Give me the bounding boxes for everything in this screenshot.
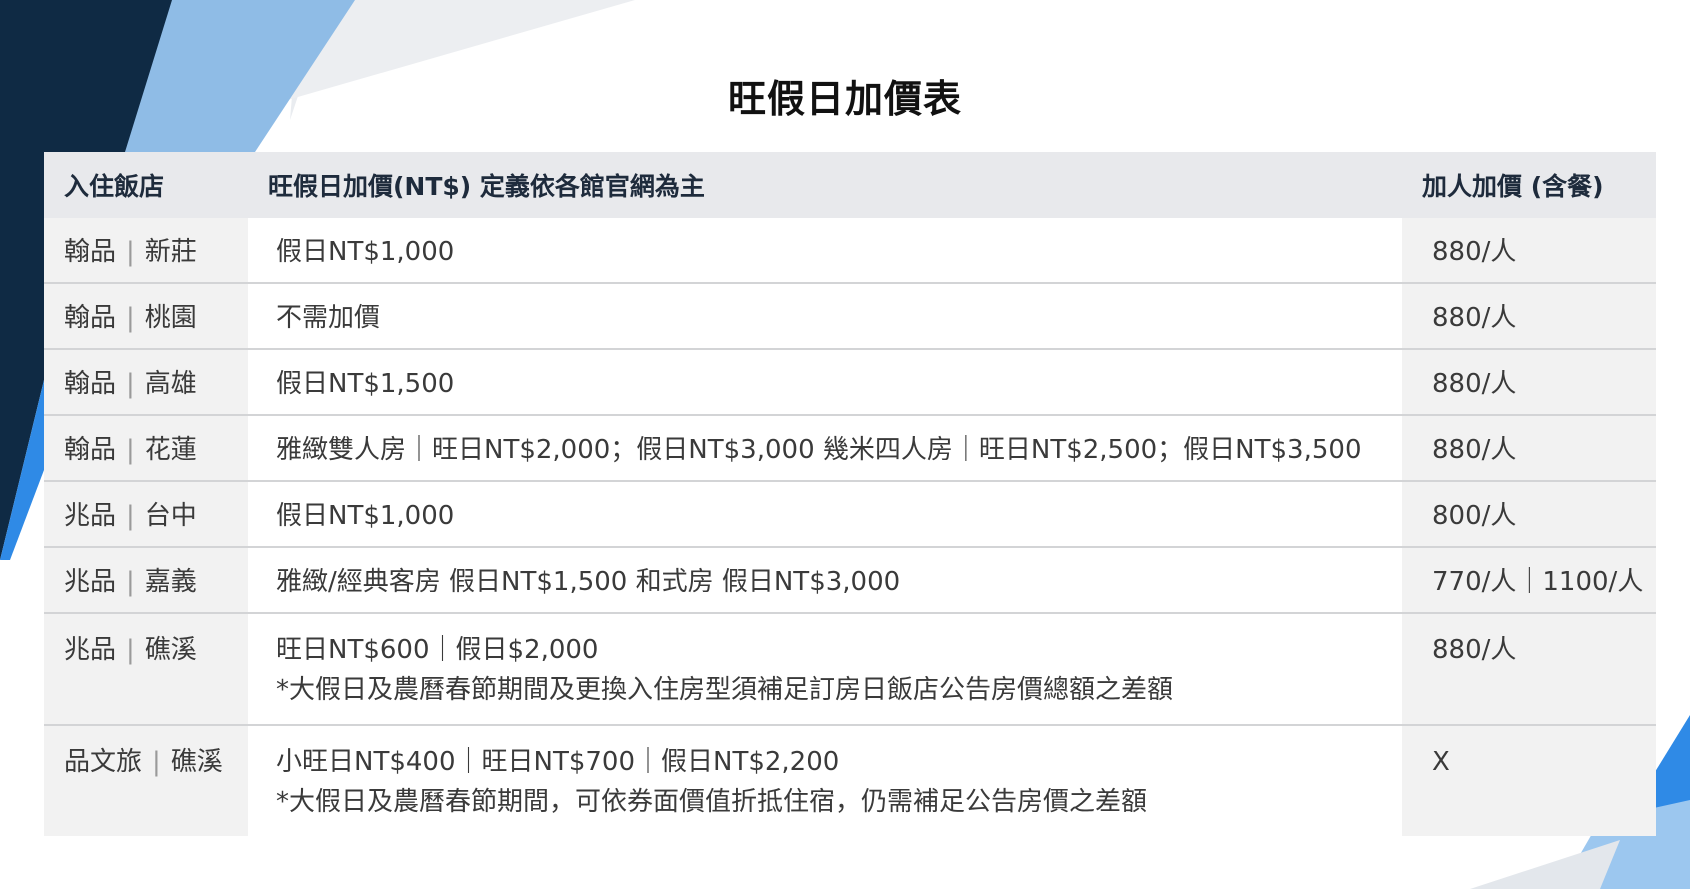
extra-cell: 880/人 (1402, 613, 1656, 726)
hotel-city: 新莊 (144, 237, 197, 267)
hotel-cell: 翰品 | 高雄 (44, 349, 248, 416)
table-row: 品文旅 | 礁溪 小旺日NT$400｜旺日NT$700｜假日NT$2,200 *大假日… (44, 725, 1656, 836)
separator: | (126, 567, 135, 597)
table-row: 兆品 | 礁溪 旺日NT$600｜假日$2,000 *大假日及農曆春節期間及更換入住房… (44, 613, 1656, 726)
price-cell: 假日NT$1,500 (248, 349, 1402, 416)
extra-cell: 880/人 (1402, 218, 1656, 284)
price-text: 小旺日NT$400｜旺日NT$700｜假日NT$2,200 (276, 747, 840, 777)
separator: | (126, 435, 135, 465)
extra-cell: 880/人 (1402, 283, 1656, 350)
hotel-city: 高雄 (144, 369, 197, 399)
table-row: 翰品 | 新莊 假日NT$1,000 880/人 (44, 218, 1656, 284)
separator: | (126, 369, 135, 399)
hotel-cell: 兆品 | 礁溪 (44, 613, 248, 726)
price-cell: 雅緻/經典客房 假日NT$1,500 和式房 假日NT$3,000 (248, 547, 1402, 614)
hotel-brand: 兆品 (64, 635, 117, 665)
header-extra: 加人加價 (含餐) (1402, 152, 1656, 218)
price-cell: 假日NT$1,000 (248, 218, 1402, 284)
hotel-brand: 翰品 (64, 303, 117, 333)
separator: | (126, 635, 135, 665)
table-row: 兆品 | 嘉義 雅緻/經典客房 假日NT$1,500 和式房 假日NT$3,000 … (44, 547, 1656, 614)
hotel-city: 礁溪 (144, 635, 197, 665)
hotel-cell: 兆品 | 嘉義 (44, 547, 248, 614)
extra-cell: X (1402, 725, 1656, 836)
price-note: *大假日及農曆春節期間，可依券面價值折抵住宿，仍需補足公告房價之差額 (276, 787, 1148, 817)
price-cell: 假日NT$1,000 (248, 481, 1402, 548)
price-text: 旺日NT$600｜假日$2,000 (276, 635, 599, 665)
hotel-cell: 翰品 | 桃園 (44, 283, 248, 350)
separator: | (126, 501, 135, 531)
table-row: 翰品 | 花蓮 雅緻雙人房｜旺日NT$2,000；假日NT$3,000 幾米四人房｜… (44, 415, 1656, 482)
hotel-cell: 品文旅 | 礁溪 (44, 725, 248, 836)
price-cell: 雅緻雙人房｜旺日NT$2,000；假日NT$3,000 幾米四人房｜旺日NT$2… (248, 415, 1402, 482)
price-cell: 不需加價 (248, 283, 1402, 350)
extra-cell: 800/人 (1402, 481, 1656, 548)
table-row: 翰品 | 高雄 假日NT$1,500 880/人 (44, 349, 1656, 416)
table-row: 兆品 | 台中 假日NT$1,000 800/人 (44, 481, 1656, 548)
hotel-brand: 品文旅 (64, 747, 143, 777)
hotel-city: 台中 (144, 501, 197, 531)
hotel-cell: 翰品 | 新莊 (44, 218, 248, 284)
table-row: 翰品 | 桃園 不需加價 880/人 (44, 283, 1656, 350)
hotel-city: 礁溪 (170, 747, 223, 777)
separator: | (126, 303, 135, 333)
hotel-brand: 翰品 (64, 435, 117, 465)
header-hotel: 入住飯店 (44, 152, 248, 218)
price-cell: 旺日NT$600｜假日$2,000 *大假日及農曆春節期間及更換入住房型須補足訂房… (248, 613, 1402, 726)
extra-cell: 880/人 (1402, 349, 1656, 416)
hotel-cell: 翰品 | 花蓮 (44, 415, 248, 482)
price-note: *大假日及農曆春節期間及更換入住房型須補足訂房日飯店公告房價總額之差額 (276, 675, 1174, 705)
hotel-city: 嘉義 (144, 567, 197, 597)
separator: | (126, 237, 135, 267)
hotel-brand: 兆品 (64, 567, 117, 597)
table-header-row: 入住飯店 旺假日加價(NT$) 定義依各館官網為主 加人加價 (含餐) (44, 152, 1656, 218)
price-cell: 小旺日NT$400｜旺日NT$700｜假日NT$2,200 *大假日及農曆春節期間… (248, 725, 1402, 836)
extra-cell: 880/人 (1402, 415, 1656, 482)
extra-cell: 770/人｜1100/人 (1402, 547, 1656, 614)
page-title: 旺假日加價表 (727, 77, 962, 121)
hotel-city: 桃園 (144, 303, 197, 333)
header-price: 旺假日加價(NT$) 定義依各館官網為主 (248, 152, 1402, 218)
separator: | (152, 747, 161, 777)
hotel-brand: 翰品 (64, 369, 117, 399)
hotel-cell: 兆品 | 台中 (44, 481, 248, 548)
surcharge-table: 入住飯店 旺假日加價(NT$) 定義依各館官網為主 加人加價 (含餐) 翰品 | 新… (44, 152, 1656, 836)
hotel-brand: 兆品 (64, 501, 117, 531)
hotel-brand: 翰品 (64, 237, 117, 267)
hotel-city: 花蓮 (144, 435, 197, 465)
